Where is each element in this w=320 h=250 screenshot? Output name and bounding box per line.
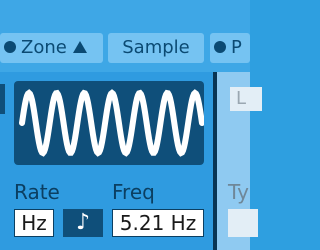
sine-wave-icon xyxy=(19,89,205,157)
freq-field[interactable]: 5.21 Hz xyxy=(112,209,204,237)
triangle-up-icon xyxy=(72,40,87,53)
left-strip xyxy=(0,84,5,114)
tab-sample-label: Sample xyxy=(122,37,190,58)
tab-p[interactable]: P xyxy=(210,33,250,63)
dot-icon xyxy=(214,40,226,53)
right-panel-box[interactable]: L xyxy=(230,87,262,111)
music-note-icon: ♪ xyxy=(75,210,91,235)
tab-bar: Zone Sample P xyxy=(0,0,250,72)
tab-sample[interactable]: Sample xyxy=(108,33,204,63)
rate-label: Rate xyxy=(14,180,60,204)
sync-button[interactable]: ♪ xyxy=(63,209,103,237)
freq-label: Freq xyxy=(112,180,155,204)
right-panel-field[interactable] xyxy=(228,209,258,237)
waveform-display[interactable] xyxy=(14,81,205,165)
tab-zone-label: Zone xyxy=(21,37,67,58)
tab-p-label: P xyxy=(231,37,242,58)
right-panel-label: Ty xyxy=(228,180,249,204)
tab-zone[interactable]: Zone xyxy=(0,33,103,63)
dot-icon xyxy=(4,40,16,53)
rate-field[interactable]: Hz xyxy=(14,209,54,237)
